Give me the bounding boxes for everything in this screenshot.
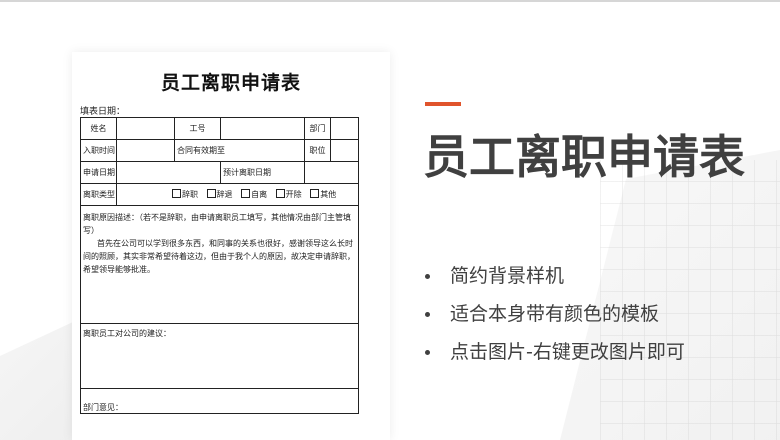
option-dismissed[interactable]: 辞退 — [206, 189, 233, 199]
top-divider — [0, 0, 780, 2]
position-value — [330, 139, 359, 162]
checkbox-icon — [206, 189, 216, 198]
advice-label: 离职员工对公司的建议： — [80, 323, 359, 389]
table-row: 入职时间 合同有效期至 职位 — [80, 139, 359, 162]
position-label: 职位 — [304, 139, 331, 162]
checkbox-icon — [310, 189, 320, 198]
bullet-icon — [425, 274, 430, 279]
dept-value — [330, 117, 359, 140]
entry-date-value — [116, 139, 175, 162]
form-title: 员工离职申请表 — [160, 72, 301, 94]
bullet-list: 简约背景样机 适合本身带有颜色的模板 点击图片-右键更改图片即可 — [425, 262, 685, 376]
dept-label: 部门 — [304, 117, 331, 140]
dept-opinion-label: 部门意见： — [80, 388, 359, 414]
checkbox-icon — [275, 189, 285, 198]
apply-date-label: 申请日期 — [80, 161, 117, 184]
expected-leave-value — [304, 161, 359, 184]
option-expelled[interactable]: 开除 — [275, 189, 302, 199]
list-item: 简约背景样机 — [425, 262, 685, 300]
table-row: 离职类型 辞职 辞退 自离 开除 其他 — [80, 183, 359, 206]
entry-date-label: 入职时间 — [80, 139, 117, 162]
bullet-icon — [425, 350, 430, 355]
option-self-leave[interactable]: 自离 — [241, 189, 267, 199]
table-row: 部门意见： — [80, 388, 359, 414]
form-image[interactable]: 员工离职申请表 填表日期： 姓名 工号 部门 入职时间 合同有效期至 职位 申请… — [72, 52, 390, 440]
apply-date-value — [116, 161, 221, 184]
table-row: 姓名 工号 部门 — [80, 117, 359, 140]
reason-heading: 离职原因描述：（若不是辞职，由申请离职员工填写，其他情况由部门主管填写） — [83, 213, 351, 235]
fill-date-label: 填表日期： — [80, 107, 126, 117]
job-no-value — [220, 117, 305, 140]
reason-body: 首先在公司可以学到很多东西，和同事的关系也很好，感谢领导这么长时间的照顾，其实非… — [83, 239, 355, 274]
option-resign[interactable]: 辞职 — [172, 189, 198, 199]
page-title: 员工离职申请表 — [423, 130, 745, 184]
table-row: 离职原因描述：（若不是辞职，由申请离职员工填写，其他情况由部门主管填写） 首先在… — [80, 205, 359, 324]
name-value — [116, 117, 175, 140]
list-item: 点击图片-右键更改图片即可 — [425, 338, 685, 376]
contract-end-label: 合同有效期至 — [174, 139, 305, 162]
form-table: 姓名 工号 部门 入职时间 合同有效期至 职位 申请日期 预计离职日期 离职类型… — [80, 117, 359, 414]
table-row: 申请日期 预计离职日期 — [80, 161, 359, 184]
list-item: 适合本身带有颜色的模板 — [425, 300, 685, 338]
checkbox-icon — [241, 189, 251, 198]
option-other[interactable]: 其他 — [310, 189, 336, 199]
bullet-icon — [425, 312, 430, 317]
job-no-label: 工号 — [174, 117, 221, 140]
accent-bar — [425, 102, 461, 106]
leave-type-label: 离职类型 — [80, 183, 117, 206]
reason-cell: 离职原因描述：（若不是辞职，由申请离职员工填写，其他情况由部门主管填写） 首先在… — [80, 205, 359, 324]
expected-leave-label: 预计离职日期 — [220, 161, 305, 184]
leave-type-options: 辞职 辞退 自离 开除 其他 — [116, 183, 359, 206]
table-row: 离职员工对公司的建议： — [80, 323, 359, 389]
name-label: 姓名 — [80, 117, 117, 140]
checkbox-icon — [172, 189, 181, 198]
